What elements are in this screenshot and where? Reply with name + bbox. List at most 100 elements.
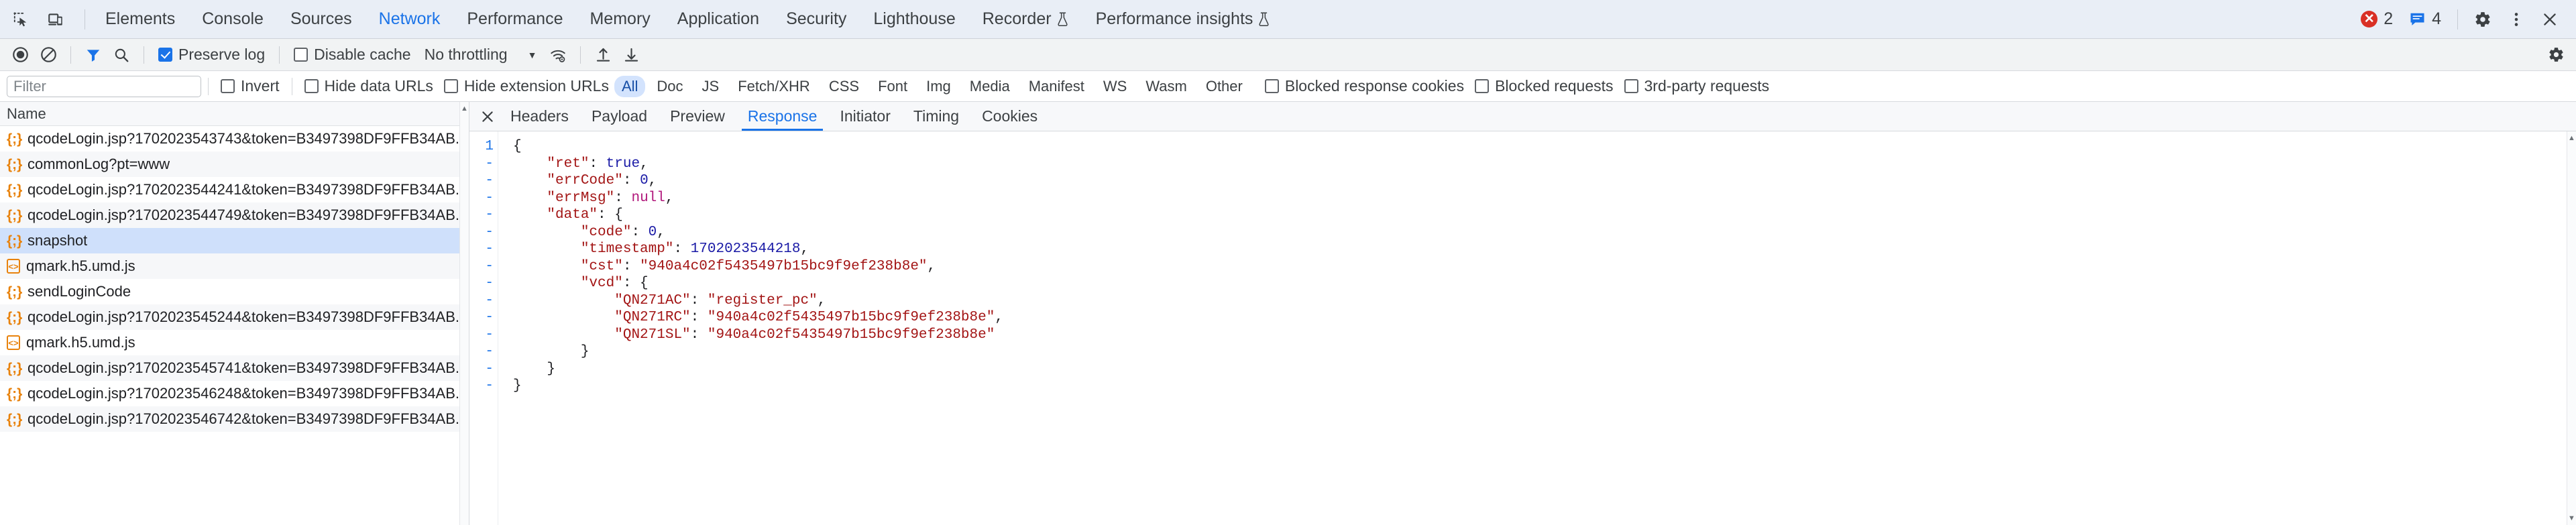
invert-checkbox[interactable]: Invert <box>215 74 285 99</box>
request-row[interactable]: {;} qcodeLogin.jsp?1702023544749&token=B3… <box>0 202 469 228</box>
request-row[interactable]: {;} qcodeLogin.jsp?1702023544241&token=B3… <box>0 177 469 202</box>
record-button[interactable] <box>7 42 34 68</box>
close-icon[interactable] <box>2534 5 2565 34</box>
line-number-gutter: 1-------------- <box>469 131 498 525</box>
tab-label: Network <box>378 9 441 28</box>
scroll-up-icon[interactable]: ▲ <box>2568 131 2575 145</box>
filter-icon[interactable] <box>80 42 107 68</box>
blocked-requests-checkbox[interactable]: Blocked requests <box>1469 74 1618 99</box>
type-filter-doc[interactable]: Doc <box>649 76 690 97</box>
request-list-header[interactable]: Name <box>0 102 469 126</box>
type-filter-wasm[interactable]: Wasm <box>1138 76 1194 97</box>
pill-label: All <box>621 77 638 95</box>
detail-tab-bar: Headers Payload Preview Response Initiat… <box>469 102 2576 131</box>
hide-data-urls-checkbox[interactable]: Hide data URLs <box>299 74 439 99</box>
hide-extension-urls-checkbox[interactable]: Hide extension URLs <box>439 74 614 99</box>
inspect-element-icon[interactable] <box>5 5 36 34</box>
type-filter-js[interactable]: JS <box>695 76 727 97</box>
resource-type-filters: All Doc JS Fetch/XHR CSS Font Img Media … <box>614 75 1250 97</box>
clear-button[interactable] <box>35 42 62 68</box>
tab-security[interactable]: Security <box>773 0 860 38</box>
request-list-scrollbar[interactable]: ▲ <box>459 102 469 525</box>
type-filter-ws[interactable]: WS <box>1096 76 1134 97</box>
type-filter-css[interactable]: CSS <box>822 76 866 97</box>
detail-tab-cookies[interactable]: Cookies <box>970 102 1049 131</box>
close-detail-icon[interactable] <box>476 105 499 128</box>
request-row[interactable]: <> qmark.h5.umd.js <box>0 253 469 279</box>
tab-elements[interactable]: Elements <box>92 0 188 38</box>
hide-extension-urls-label: Hide extension URLs <box>463 77 609 95</box>
type-filter-media[interactable]: Media <box>962 76 1017 97</box>
request-row[interactable]: {;} qcodeLogin.jsp?1702023546742&token=B3… <box>0 406 469 432</box>
type-filter-img[interactable]: Img <box>919 76 958 97</box>
message-counter[interactable]: 4 <box>2402 5 2448 34</box>
line-fold-marker: - <box>485 258 494 274</box>
tab-label: Lighthouse <box>873 9 956 28</box>
more-options-icon[interactable] <box>2501 5 2532 34</box>
preserve-log-checkbox[interactable]: Preserve log <box>153 42 270 68</box>
request-row[interactable]: {;} commonLog?pt=www <box>0 152 469 177</box>
request-list[interactable]: {;} qcodeLogin.jsp?1702023543743&token=B3… <box>0 126 469 525</box>
network-conditions-icon[interactable] <box>545 42 571 68</box>
tab-performance-insights[interactable]: Performance insights <box>1082 0 1284 38</box>
network-settings-gear-icon[interactable] <box>2542 42 2569 68</box>
tab-application[interactable]: Application <box>664 0 773 38</box>
line-fold-marker: - <box>485 361 494 377</box>
detail-tab-label: Preview <box>670 107 725 125</box>
request-row[interactable]: {;} sendLoginCode <box>0 279 469 304</box>
gear-icon[interactable] <box>2467 5 2498 34</box>
type-filter-font[interactable]: Font <box>871 76 915 97</box>
line-fold-marker: - <box>485 190 494 206</box>
device-toolbar-icon[interactable] <box>40 5 71 34</box>
request-row[interactable]: <> qmark.h5.umd.js <box>0 330 469 355</box>
preserve-log-label: Preserve log <box>178 46 266 63</box>
tab-network[interactable]: Network <box>366 0 454 38</box>
tab-memory[interactable]: Memory <box>576 0 663 38</box>
response-json-code[interactable]: { "ret": true, "errCode": 0, "errMsg": n… <box>498 131 2576 525</box>
tab-label: Elements <box>105 9 176 28</box>
type-filter-manifest[interactable]: Manifest <box>1021 76 1092 97</box>
column-header-name: Name <box>7 105 46 122</box>
disable-cache-label: Disable cache <box>314 46 411 63</box>
json-icon: {;} <box>7 386 23 402</box>
request-row[interactable]: {;} snapshot <box>0 228 469 253</box>
request-row[interactable]: {;} qcodeLogin.jsp?1702023543743&token=B3… <box>0 126 469 152</box>
response-scrollbar[interactable]: ▲ ▼ <box>2567 131 2576 525</box>
blocked-response-cookies-checkbox[interactable]: Blocked response cookies <box>1259 74 1469 99</box>
tab-performance[interactable]: Performance <box>453 0 576 38</box>
type-filter-fetch-xhr[interactable]: Fetch/XHR <box>730 76 818 97</box>
request-detail-panel: Headers Payload Preview Response Initiat… <box>469 102 2576 525</box>
tab-label: Memory <box>590 9 651 28</box>
third-party-requests-checkbox[interactable]: 3rd-party requests <box>1619 74 1775 99</box>
request-name: qcodeLogin.jsp?1702023545244&token=B3497… <box>27 308 468 325</box>
detail-tab-preview[interactable]: Preview <box>659 102 736 131</box>
import-har-icon[interactable] <box>590 42 616 68</box>
pill-label: Manifest <box>1028 77 1084 95</box>
request-row[interactable]: {;} qcodeLogin.jsp?1702023545741&token=B3… <box>0 355 469 381</box>
tab-console[interactable]: Console <box>188 0 277 38</box>
line-fold-marker: - <box>485 327 494 343</box>
tabbar-actions-divider <box>2457 9 2458 30</box>
scroll-down-icon[interactable]: ▼ <box>2568 512 2575 525</box>
error-counter[interactable]: ✕ 2 <box>2354 5 2400 34</box>
detail-tab-initiator[interactable]: Initiator <box>828 102 901 131</box>
request-name: commonLog?pt=www <box>27 156 170 172</box>
scroll-up-icon[interactable]: ▲ <box>461 105 468 113</box>
throttling-dropdown[interactable]: No throttling ▼ <box>418 42 544 68</box>
search-icon[interactable] <box>108 42 135 68</box>
type-filter-other[interactable]: Other <box>1198 76 1250 97</box>
type-filter-all[interactable]: All <box>614 75 646 97</box>
detail-tab-timing[interactable]: Timing <box>902 102 970 131</box>
request-row[interactable]: {;} qcodeLogin.jsp?1702023545244&token=B3… <box>0 304 469 330</box>
detail-tab-payload[interactable]: Payload <box>580 102 659 131</box>
filter-input[interactable] <box>7 75 201 97</box>
request-row[interactable]: {;} qcodeLogin.jsp?1702023546248&token=B3… <box>0 381 469 406</box>
tab-lighthouse[interactable]: Lighthouse <box>860 0 968 38</box>
response-body-viewer[interactable]: 1-------------- { "ret": true, "errCode"… <box>469 131 2576 525</box>
detail-tab-response[interactable]: Response <box>736 102 829 131</box>
export-har-icon[interactable] <box>618 42 645 68</box>
tab-recorder[interactable]: Recorder <box>969 0 1082 38</box>
detail-tab-headers[interactable]: Headers <box>499 102 580 131</box>
disable-cache-checkbox[interactable]: Disable cache <box>288 42 416 68</box>
tab-sources[interactable]: Sources <box>277 0 366 38</box>
